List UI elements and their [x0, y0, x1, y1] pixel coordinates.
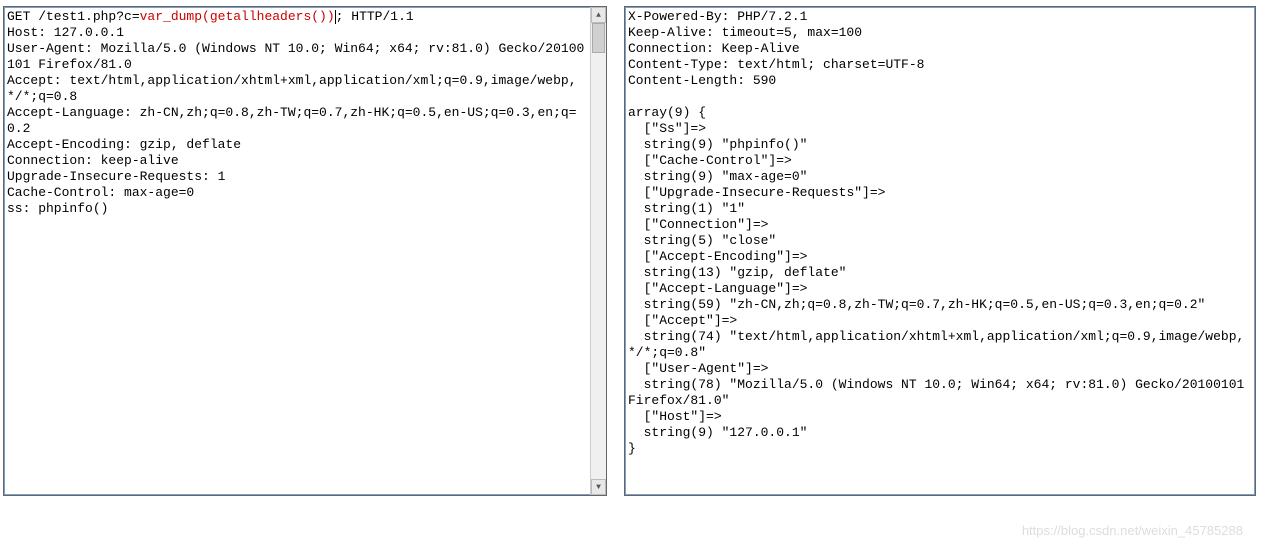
- request-line-prefix: GET /test1.php?c=: [7, 9, 140, 24]
- response-body-line: ["Host"]=>: [628, 409, 722, 424]
- response-header-line: Content-Length: 590: [628, 73, 776, 88]
- response-body-line: ["Accept-Language"]=>: [628, 281, 807, 296]
- response-body-line: ["Accept-Encoding"]=>: [628, 249, 807, 264]
- response-body-line: }: [628, 441, 636, 456]
- response-body-line: ["Upgrade-Insecure-Requests"]=>: [628, 185, 885, 200]
- request-header-line: Accept: text/html,application/xhtml+xml,…: [7, 73, 577, 104]
- scroll-up-button[interactable]: ▲: [591, 7, 606, 23]
- response-header-line: Connection: Keep-Alive: [628, 41, 800, 56]
- response-body-line: string(78) "Mozilla/5.0 (Windows NT 10.0…: [628, 377, 1252, 408]
- request-header-line: ss: phpinfo(): [7, 201, 108, 216]
- request-line-suffix: ; HTTP/1.1: [336, 9, 414, 24]
- request-header-line: Connection: keep-alive: [7, 153, 179, 168]
- request-header-line: User-Agent: Mozilla/5.0 (Windows NT 10.0…: [7, 41, 584, 72]
- request-panel: GET /test1.php?c=var_dump(getallheaders(…: [3, 6, 607, 496]
- response-text-area[interactable]: X-Powered-By: PHP/7.2.1 Keep-Alive: time…: [625, 7, 1255, 495]
- response-body-line: string(74) "text/html,application/xhtml+…: [628, 329, 1244, 360]
- response-body-line: array(9) {: [628, 105, 706, 120]
- request-text-area[interactable]: GET /test1.php?c=var_dump(getallheaders(…: [4, 7, 606, 495]
- response-body-line: string(5) "close": [628, 233, 776, 248]
- request-header-line: Accept-Encoding: gzip, deflate: [7, 137, 241, 152]
- request-header-line: Upgrade-Insecure-Requests: 1: [7, 169, 225, 184]
- request-scrollbar[interactable]: ▲ ▼: [590, 7, 606, 495]
- request-header-line: Accept-Language: zh-CN,zh;q=0.8,zh-TW;q=…: [7, 105, 577, 136]
- response-body-line: ["Cache-Control"]=>: [628, 153, 792, 168]
- response-body-line: ["Connection"]=>: [628, 217, 768, 232]
- response-body-line: string(59) "zh-CN,zh;q=0.8,zh-TW;q=0.7,z…: [628, 297, 1205, 312]
- chevron-up-icon: ▲: [596, 11, 601, 20]
- request-header-line: Host: 127.0.0.1: [7, 25, 124, 40]
- scroll-thumb[interactable]: [592, 23, 605, 53]
- response-body-line: string(9) "127.0.0.1": [628, 425, 807, 440]
- response-header-line: X-Powered-By: PHP/7.2.1: [628, 9, 807, 24]
- response-body-line: string(9) "phpinfo()": [628, 137, 807, 152]
- response-body-line: ["Accept"]=>: [628, 313, 737, 328]
- response-body-line: ["Ss"]=>: [628, 121, 706, 136]
- watermark-text: https://blog.csdn.net/weixin_45785288: [1022, 523, 1243, 538]
- response-panel: X-Powered-By: PHP/7.2.1 Keep-Alive: time…: [624, 6, 1256, 496]
- response-body-line: ["User-Agent"]=>: [628, 361, 768, 376]
- response-header-line: Content-Type: text/html; charset=UTF-8: [628, 57, 924, 72]
- scroll-track[interactable]: [591, 23, 606, 479]
- chevron-down-icon: ▼: [596, 483, 601, 492]
- response-header-line: Keep-Alive: timeout=5, max=100: [628, 25, 862, 40]
- scroll-down-button[interactable]: ▼: [591, 479, 606, 495]
- response-body-line: string(13) "gzip, deflate": [628, 265, 846, 280]
- response-body-line: string(1) "1": [628, 201, 745, 216]
- request-line-param: var_dump(getallheaders()): [140, 9, 335, 24]
- request-header-line: Cache-Control: max-age=0: [7, 185, 194, 200]
- response-body-line: string(9) "max-age=0": [628, 169, 807, 184]
